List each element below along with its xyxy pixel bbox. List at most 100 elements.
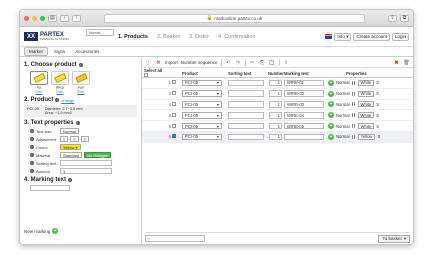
row-text-size[interactable]: Normal — [336, 91, 350, 96]
tab-marker[interactable]: Marker — [24, 47, 49, 56]
info-icon[interactable]: i — [55, 98, 60, 102]
row-checkbox[interactable] — [172, 123, 176, 128]
row-marking-input[interactable]: WIRE-02 — [284, 90, 324, 97]
sorting-text-input[interactable] — [60, 160, 112, 166]
table-row[interactable]: 4 PCI-05 ▾ 1 WIRE-04 + Normal White S — [142, 110, 413, 122]
to-basket-button[interactable]: To basket ▾ — [378, 234, 410, 243]
row-sorting-input[interactable] — [228, 79, 264, 87]
info-icon[interactable]: i — [30, 161, 34, 165]
material-standard-button[interactable]: Standard — [60, 152, 83, 158]
trash-icon[interactable]: 🗑 — [403, 59, 410, 66]
uk-flag-icon[interactable] — [325, 34, 333, 39]
plus-icon[interactable]: + — [328, 112, 334, 119]
step-confirmation[interactable]: 4. Confirmation — [218, 34, 255, 40]
clear-all-icon[interactable]: ✖ — [393, 59, 400, 66]
text-size-select[interactable]: Normal — [60, 128, 79, 134]
row-number-input[interactable]: 1 — [269, 122, 282, 130]
header-search-input[interactable]: Normal — [86, 29, 114, 36]
align-left-icon[interactable]: ≡ — [60, 136, 69, 142]
product-option-ppgi[interactable]: PPGI Dim. — [51, 71, 69, 94]
cut-icon[interactable]: ✂ — [249, 59, 256, 66]
info-icon[interactable]: ⓘ — [145, 59, 152, 66]
table-row[interactable]: 2 PCI-05 ▾ 1 WIRE-02 + Normal White S — [142, 89, 413, 100]
table-row[interactable]: 1 PCI-05 ▾ 1 WIRE-01 + Normal White S — [142, 78, 413, 89]
undo-icon[interactable]: ↶ — [225, 59, 232, 66]
marking-text-input[interactable] — [30, 185, 70, 191]
row-text-size[interactable]: Normal — [336, 80, 350, 85]
plus-icon[interactable]: + — [328, 90, 334, 97]
adjustment-icon[interactable] — [351, 113, 356, 118]
info-icon[interactable]: i — [30, 145, 34, 149]
row-settings-icon[interactable]: S — [377, 134, 380, 139]
maximize-window-icon[interactable] — [40, 15, 45, 21]
row-settings-icon[interactable]: S — [376, 80, 379, 85]
row-settings-icon[interactable]: S — [376, 113, 379, 118]
info-icon[interactable]: i — [75, 121, 80, 125]
move-up-icon[interactable]: ⇧ — [283, 59, 290, 66]
row-product-select[interactable]: PCI-05 ▾ — [182, 122, 222, 130]
delete-icon[interactable]: ✕ — [155, 59, 162, 66]
import-button[interactable]: Import — [165, 60, 178, 65]
row-settings-icon[interactable]: S — [376, 91, 379, 96]
row-checkbox[interactable] — [172, 134, 176, 139]
amount-input[interactable]: 1 — [60, 168, 112, 174]
row-checkbox[interactable] — [172, 91, 176, 96]
row-colour[interactable]: White — [357, 123, 375, 130]
info-icon[interactable]: i — [30, 153, 34, 157]
row-sorting-input[interactable] — [228, 133, 264, 141]
row-sorting-input[interactable] — [228, 122, 264, 130]
row-text-size[interactable]: Normal — [336, 124, 350, 129]
row-sorting-input[interactable] — [228, 101, 264, 108]
product-option-pxf[interactable]: PXF Dim. — [72, 71, 90, 94]
row-settings-icon[interactable]: S — [376, 124, 379, 129]
colour-select[interactable]: Yellow ▾ — [60, 144, 81, 150]
info-icon[interactable]: i — [78, 63, 83, 67]
row-checkbox[interactable] — [172, 80, 176, 85]
row-product-select[interactable]: PCI-05 ▾ — [182, 90, 222, 97]
sidebar-toggle-icon[interactable]: ▤ — [48, 14, 57, 22]
row-sorting-input[interactable] — [228, 112, 264, 119]
list-search-input[interactable]: ⌕ — [145, 235, 205, 242]
forward-icon[interactable]: › — [72, 14, 81, 22]
adjustment-icon[interactable] — [351, 134, 356, 139]
partex-logo[interactable]: XX PARTEX MARKING SYSTEMS — [24, 32, 82, 41]
row-marking-input[interactable]: WIRE-04 — [284, 112, 324, 119]
align-center-icon[interactable]: ≡ — [70, 136, 79, 142]
plus-icon[interactable]: + — [328, 133, 334, 140]
redo-icon[interactable]: ↷ — [235, 59, 242, 66]
step-products[interactable]: 1. Products — [118, 34, 148, 40]
paste-icon[interactable]: 📋 — [269, 59, 276, 66]
row-colour[interactable]: White — [357, 112, 375, 119]
adjustment-icon[interactable] — [351, 124, 356, 129]
change-product-link[interactable]: change — [61, 98, 74, 103]
no-halogen-button[interactable]: No Halogen — [84, 152, 112, 158]
row-text-size[interactable]: Normal — [336, 102, 350, 107]
adjustment-icon[interactable] — [351, 102, 356, 107]
row-text-size[interactable]: Normal — [336, 134, 350, 139]
plus-icon[interactable]: + — [328, 79, 334, 86]
row-number-input[interactable]: 1 — [269, 90, 282, 97]
row-marking-input[interactable]: WIRE-05 — [284, 122, 324, 130]
copy-icon[interactable]: ⎘ — [259, 59, 266, 66]
back-icon[interactable]: ‹ — [60, 14, 69, 22]
step-order[interactable]: 3. Order — [189, 34, 209, 40]
row-settings-icon[interactable]: S — [376, 102, 379, 107]
create-account-button[interactable]: Create account — [353, 32, 390, 41]
row-number-input[interactable]: 1 — [269, 133, 282, 141]
table-row[interactable]: 5 PCI-05 ▾ 1 WIRE-05 + Normal White S — [142, 121, 413, 132]
new-marking-button[interactable]: New marking + — [24, 228, 59, 234]
tabs-icon[interactable]: ⧉ — [400, 14, 409, 22]
share-icon[interactable]: ⇪ — [388, 14, 397, 22]
address-bar[interactable]: 🔒 markonline.partex.co.uk — [104, 13, 365, 23]
product-dim-link[interactable]: Dim. — [72, 90, 90, 94]
close-window-icon[interactable] — [24, 15, 29, 21]
plus-icon[interactable]: + — [328, 101, 334, 108]
info-icon[interactable]: i — [68, 178, 73, 182]
row-colour[interactable]: White — [357, 79, 375, 86]
table-row[interactable]: 6 PCI-05 ▾ 1 + Normal Yellow S — [142, 131, 413, 143]
login-button[interactable]: Login — [391, 32, 409, 41]
info-icon[interactable]: i — [30, 169, 34, 173]
table-row[interactable]: 3 PCI-05 ▾ 1 WIRE-03 + Normal White S — [142, 100, 413, 111]
row-colour[interactable]: White — [357, 90, 375, 97]
step-basket[interactable]: 2. Basket — [157, 34, 180, 40]
